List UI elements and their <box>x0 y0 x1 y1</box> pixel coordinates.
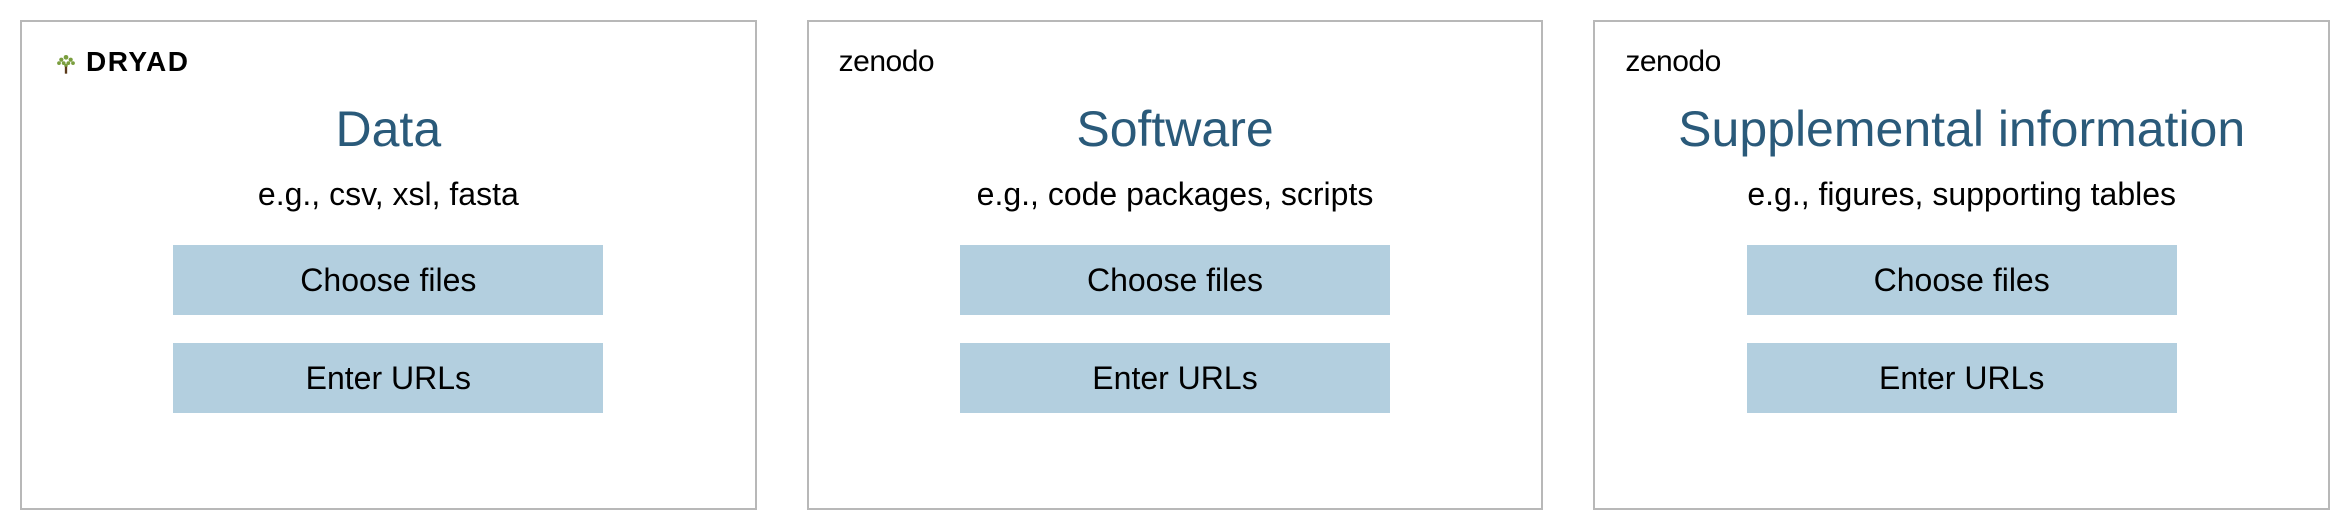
dryad-logo-text: DRYAD <box>86 46 189 78</box>
dryad-logo: DRYAD <box>52 42 725 82</box>
enter-urls-button[interactable]: Enter URLs <box>173 343 603 413</box>
zenodo-logo: zenodo <box>1625 42 2298 82</box>
panel-title: Software <box>839 100 1512 158</box>
panel-subtitle: e.g., csv, xsl, fasta <box>52 176 725 213</box>
enter-urls-button[interactable]: Enter URLs <box>960 343 1390 413</box>
choose-files-button[interactable]: Choose files <box>960 245 1390 315</box>
choose-files-button[interactable]: Choose files <box>173 245 603 315</box>
panel-subtitle: e.g., figures, supporting tables <box>1625 176 2298 213</box>
tree-icon <box>52 48 80 76</box>
panel-title: Supplemental information <box>1625 100 2298 158</box>
zenodo-logo-text: zenodo <box>1625 45 1720 79</box>
panel-title: Data <box>52 100 725 158</box>
choose-files-button[interactable]: Choose files <box>1747 245 2177 315</box>
upload-panel-software: zenodo Software e.g., code packages, scr… <box>807 20 1544 510</box>
zenodo-logo: zenodo <box>839 42 1512 82</box>
panel-subtitle: e.g., code packages, scripts <box>839 176 1512 213</box>
upload-panel-data: DRYAD Data e.g., csv, xsl, fasta Choose … <box>20 20 757 510</box>
upload-panel-supplemental: zenodo Supplemental information e.g., fi… <box>1593 20 2330 510</box>
zenodo-logo-text: zenodo <box>839 45 934 79</box>
enter-urls-button[interactable]: Enter URLs <box>1747 343 2177 413</box>
